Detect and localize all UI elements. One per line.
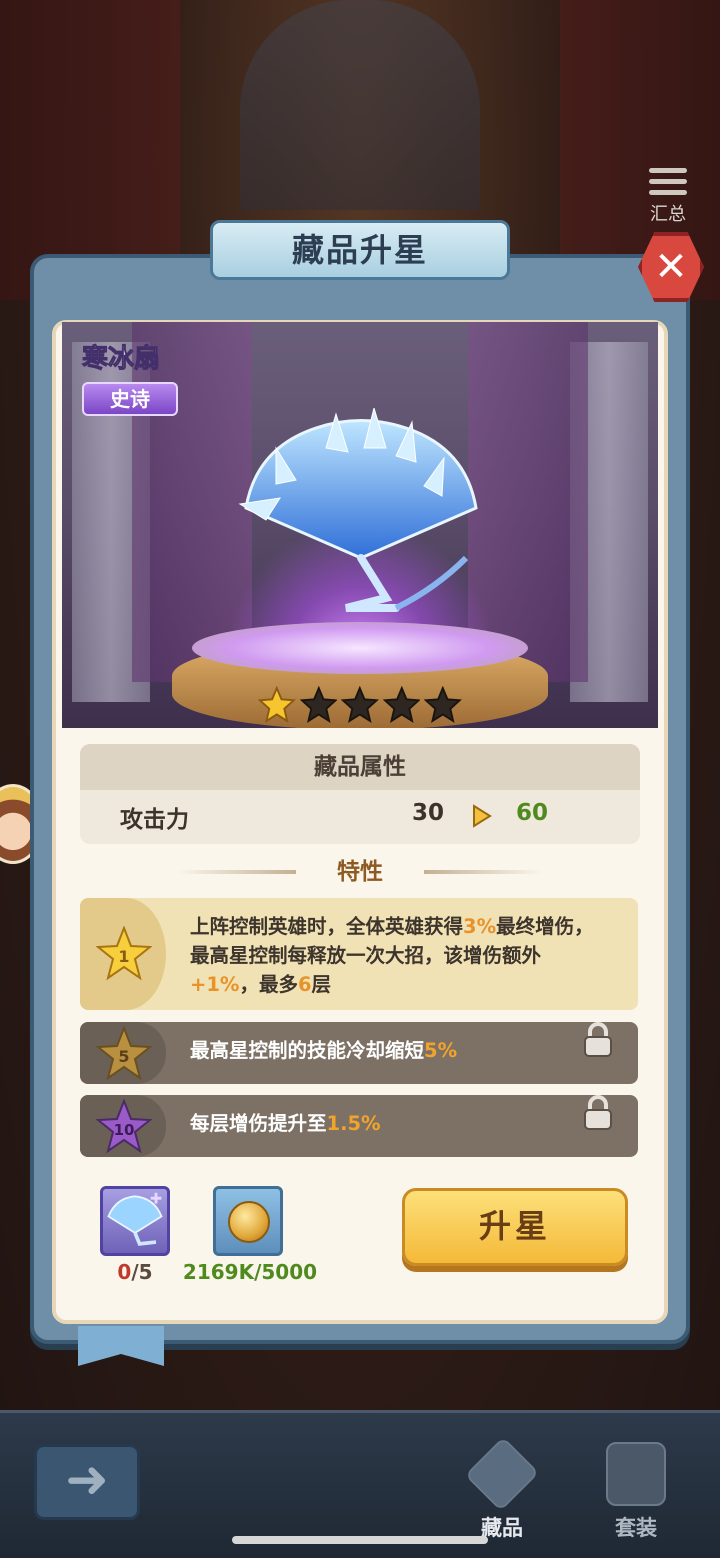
traits-header: 特性: [176, 854, 544, 890]
star-filled-icon: [258, 686, 296, 724]
trait-description: 最高星控制的技能冷却缩短5%: [190, 1039, 458, 1062]
attribute-row: 攻击力 30 60: [80, 790, 640, 844]
nav-tab-label: 套装: [615, 1516, 657, 1540]
star-empty-icon: [424, 686, 462, 724]
divider-ornament: [176, 870, 296, 874]
lock-icon: [584, 1022, 612, 1057]
back-button[interactable]: ➜: [34, 1444, 140, 1520]
summary-label: 汇总: [650, 204, 686, 225]
attribute-label: 攻击力: [120, 807, 189, 833]
trait-level-1: 1 上阵控制英雄时，全体英雄获得3%最终增伤，最高星控制每释放一次大招，该增伤额…: [80, 898, 638, 1010]
shard-cost-text: 0/5: [117, 1260, 153, 1284]
attributes-panel: 藏品属性 攻击力 30 60: [80, 744, 640, 844]
trait-description: 上阵控制英雄时，全体英雄获得3%最终增伤，最高星控制每释放一次大招，该增伤额外+…: [190, 915, 594, 996]
trait-description: 每层增伤提升至1.5%: [190, 1112, 381, 1135]
trait-level-5: 5 最高星控制的技能冷却缩短5%: [80, 1022, 638, 1084]
star-rating: [258, 686, 462, 726]
star-level-badge-icon: 5: [96, 1026, 152, 1081]
star-level-badge-icon: 1: [96, 926, 152, 981]
svg-text:5: 5: [118, 1047, 129, 1066]
lock-icon: [584, 1095, 612, 1130]
collection-icon: [464, 1436, 540, 1512]
ice-fan-icon: [238, 408, 478, 612]
star-level-badge-icon: 10: [96, 1099, 152, 1154]
svg-text:10: 10: [114, 1121, 135, 1139]
attribute-current-value: 30: [412, 800, 445, 826]
home-indicator: [232, 1536, 488, 1544]
dialog-title: 藏品升星: [210, 220, 510, 280]
svg-text:✚: ✚: [150, 1191, 162, 1208]
star-empty-icon: [299, 686, 338, 724]
star-empty-icon: [382, 686, 421, 724]
item-name: 寒冰扇: [81, 344, 161, 375]
svg-text:1: 1: [118, 947, 129, 966]
shard-cost-item[interactable]: ✚: [100, 1186, 170, 1256]
set-book-icon: [606, 1442, 666, 1506]
coin-cost-item[interactable]: [213, 1186, 283, 1256]
attribute-next-value: 60: [516, 800, 549, 826]
menu-icon: [649, 168, 687, 198]
back-arrow-icon: ➜: [65, 1450, 109, 1510]
rarity-badge: 史诗: [82, 382, 178, 416]
coin-icon: [228, 1201, 270, 1243]
summary-button[interactable]: 汇总: [638, 162, 698, 228]
nav-tab-set[interactable]: 套装: [586, 1442, 686, 1542]
arrow-right-icon: [473, 804, 492, 828]
ice-fan-shard-icon: ✚: [107, 1191, 163, 1246]
pedestal-top: [192, 622, 528, 674]
attributes-header: 藏品属性: [80, 744, 640, 790]
trait-level-10: 10 每层增伤提升至1.5%: [80, 1095, 638, 1157]
close-icon: ✕: [654, 244, 688, 290]
star-empty-icon: [341, 686, 379, 724]
upgrade-star-button[interactable]: 升星: [402, 1188, 628, 1266]
coin-cost-text: 2169K/5000: [182, 1260, 318, 1284]
nav-tab-collection[interactable]: 藏品: [452, 1436, 552, 1542]
divider-ornament: [424, 870, 544, 874]
